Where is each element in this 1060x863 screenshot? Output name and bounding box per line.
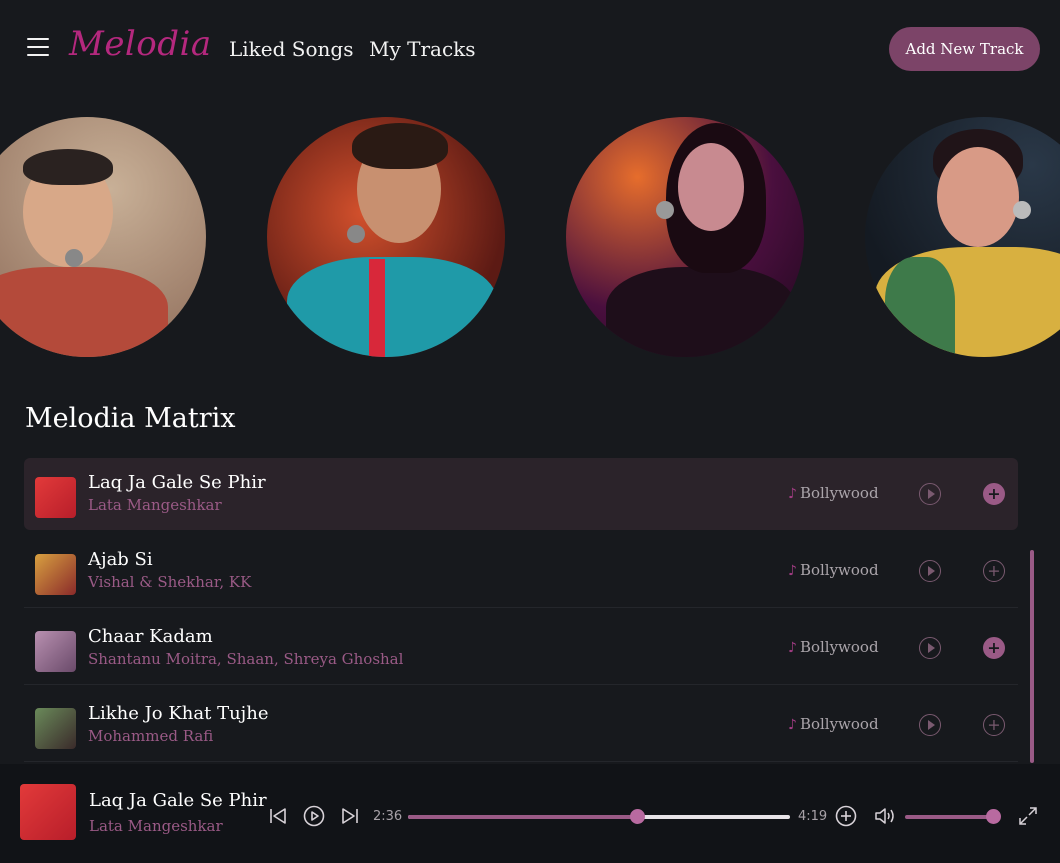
- track-genre-label: Bollywood: [799, 715, 879, 733]
- track-title: Ajab Si: [88, 549, 153, 570]
- add-to-library-icon[interactable]: +: [983, 483, 1005, 505]
- now-playing-artist: Lata Mangeshkar: [89, 817, 223, 835]
- total-duration: 4:19: [798, 809, 828, 824]
- artist-photo[interactable]: [0, 117, 206, 357]
- play-icon[interactable]: [919, 714, 941, 736]
- microphone-icon: [65, 249, 83, 267]
- music-note-icon: ♪: [788, 717, 797, 733]
- track-genre: ♪ Bollywood: [788, 561, 879, 579]
- elapsed-time: 2:36: [373, 809, 403, 824]
- artist-clothing: [0, 267, 168, 357]
- previous-track-icon[interactable]: [268, 806, 288, 826]
- track-genre-label: Bollywood: [799, 484, 879, 502]
- seek-bar[interactable]: [408, 809, 790, 824]
- list-scrollbar[interactable]: [1030, 550, 1034, 763]
- artist-shawl: [885, 257, 955, 357]
- seek-handle[interactable]: [630, 809, 646, 824]
- play-icon[interactable]: [919, 637, 941, 659]
- artist-hair: [352, 123, 448, 169]
- track-cover: [35, 554, 76, 595]
- track-title: Likhe Jo Khat Tujhe: [88, 703, 269, 724]
- volume-slider[interactable]: [905, 809, 1001, 824]
- app-logo[interactable]: Melodia: [69, 24, 212, 64]
- track-genre: ♪ Bollywood: [788, 638, 879, 656]
- track-genre: ♪ Bollywood: [788, 715, 879, 733]
- track-artist: Lata Mangeshkar: [88, 496, 222, 514]
- now-playing-cover: [20, 784, 76, 840]
- track-artist: Mohammed Rafi: [88, 727, 214, 745]
- hamburger-menu-icon[interactable]: [27, 38, 49, 56]
- artist-photo[interactable]: [566, 117, 804, 357]
- add-to-library-icon[interactable]: +: [983, 560, 1005, 582]
- play-icon[interactable]: [919, 560, 941, 582]
- track-genre-label: Bollywood: [799, 638, 879, 656]
- volume-handle[interactable]: [986, 809, 1001, 824]
- track-row[interactable]: Chaar Kadam Shantanu Moitra, Shaan, Shre…: [24, 612, 1018, 685]
- track-cover: [35, 477, 76, 518]
- top-bar: Melodia Liked Songs My Tracks Add New Tr…: [0, 0, 1060, 100]
- track-artist: Shantanu Moitra, Shaan, Shreya Ghoshal: [88, 650, 404, 668]
- play-pause-icon[interactable]: [303, 805, 325, 827]
- seek-progress: [408, 815, 638, 819]
- track-row[interactable]: Laq Ja Gale Se Phir Lata Mangeshkar ♪ Bol…: [24, 458, 1018, 530]
- nav-my-tracks[interactable]: My Tracks: [369, 37, 476, 61]
- music-note-icon: ♪: [788, 640, 797, 656]
- track-title: Chaar Kadam: [88, 626, 213, 647]
- microphone-icon: [347, 225, 365, 243]
- add-to-library-icon[interactable]: [835, 805, 857, 827]
- artist-clothing: [606, 267, 796, 357]
- artist-face: [937, 147, 1019, 247]
- add-to-library-icon[interactable]: +: [983, 637, 1005, 659]
- track-artist: Vishal & Shekhar, KK: [88, 573, 252, 591]
- track-row[interactable]: Likhe Jo Khat Tujhe Mohammed Rafi ♪ Bolly…: [24, 689, 1018, 762]
- nav-liked-songs[interactable]: Liked Songs: [229, 37, 353, 61]
- fullscreen-icon[interactable]: [1017, 805, 1039, 827]
- volume-icon[interactable]: [874, 806, 898, 826]
- track-title: Laq Ja Gale Se Phir: [88, 472, 266, 493]
- track-genre-label: Bollywood: [799, 561, 879, 579]
- artist-photo[interactable]: [267, 117, 505, 357]
- section-title: Melodia Matrix: [25, 403, 236, 434]
- track-cover: [35, 708, 76, 749]
- track-list[interactable]: Laq Ja Gale Se Phir Lata Mangeshkar ♪ Bol…: [24, 455, 1034, 763]
- play-icon[interactable]: [919, 483, 941, 505]
- artist-face: [678, 143, 744, 231]
- microphone-icon: [1013, 201, 1031, 219]
- next-track-icon[interactable]: [340, 806, 360, 826]
- add-to-library-icon[interactable]: +: [983, 714, 1005, 736]
- artist-tie: [369, 259, 385, 357]
- music-note-icon: ♪: [788, 563, 797, 579]
- player-bar: Laq Ja Gale Se Phir Lata Mangeshkar 2:36…: [0, 764, 1060, 863]
- artist-clothing: [287, 257, 497, 357]
- track-row[interactable]: Ajab Si Vishal & Shekhar, KK ♪ Bollywood …: [24, 535, 1018, 608]
- microphone-icon: [656, 201, 674, 219]
- artist-hair: [23, 149, 113, 185]
- track-genre: ♪ Bollywood: [788, 484, 879, 502]
- music-note-icon: ♪: [788, 486, 797, 502]
- artist-photo[interactable]: [865, 117, 1060, 357]
- track-cover: [35, 631, 76, 672]
- add-new-track-button[interactable]: Add New Track: [889, 27, 1040, 71]
- now-playing-title: Laq Ja Gale Se Phir: [89, 790, 267, 811]
